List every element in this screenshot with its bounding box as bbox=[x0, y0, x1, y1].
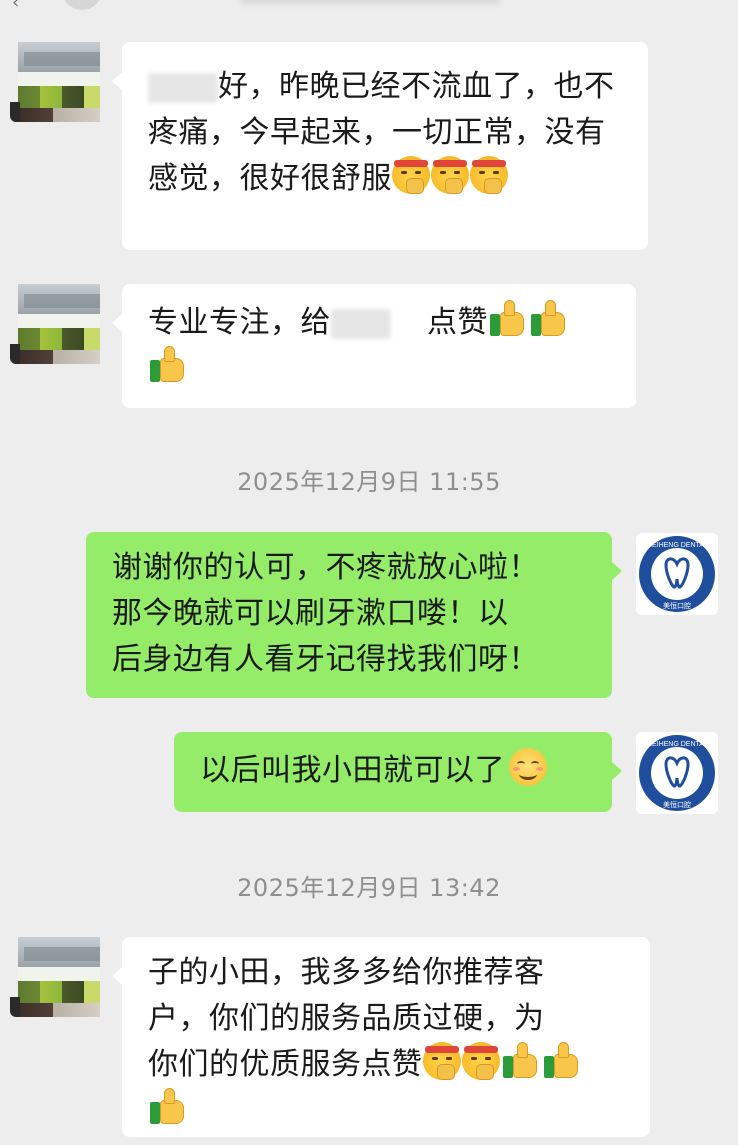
self-avatar-logo[interactable]: MEIHENG DENTAL 美恒口腔 bbox=[636, 732, 718, 814]
message-bubble-incoming[interactable]: 好，昨晚已经不流血了，也不疼痛，今早起来，一切正常，没有感觉，很好很舒服 bbox=[112, 42, 648, 250]
message-timestamp: 2025年12月9日 11:55 bbox=[237, 468, 501, 496]
back-chevron-icon[interactable]: ‹ bbox=[12, 0, 19, 13]
thumbs-up-emoji bbox=[542, 1042, 582, 1080]
message-text-line: 子的小田，我多多给你推荐客 bbox=[148, 955, 545, 990]
self-avatar-logo[interactable]: MEIHENG DENTAL 美恒口腔 bbox=[636, 533, 718, 615]
thumbs-up-emoji bbox=[488, 300, 528, 338]
message-text-line: 那今晚就可以刷牙漱口喽！以 bbox=[112, 596, 509, 631]
salute-face-emoji bbox=[422, 1042, 461, 1080]
thumbs-up-emoji bbox=[529, 300, 569, 338]
redacted-name bbox=[148, 72, 218, 103]
message-text: 点赞 bbox=[427, 305, 488, 340]
contact-avatar[interactable] bbox=[10, 284, 100, 364]
logo-text: MEIHENG DENTAL bbox=[646, 542, 708, 549]
chat-title-blurred bbox=[240, 0, 500, 4]
header-avatar[interactable] bbox=[62, 0, 102, 10]
message-text-line: 后身边有人看牙记得找我们呀！ bbox=[112, 642, 539, 677]
smile-emoji bbox=[509, 748, 547, 786]
salute-face-emoji bbox=[431, 156, 469, 194]
message-bubble-outgoing[interactable]: 谢谢你的认可，不疼就放心啦！ 那今晚就可以刷牙漱口喽！以 后身边有人看牙记得找我… bbox=[86, 532, 622, 698]
message-timestamp: 2025年12月9日 13:42 bbox=[237, 874, 501, 902]
message-bubble-outgoing[interactable]: 以后叫我小田就可以了 bbox=[174, 732, 622, 812]
salute-face-emoji bbox=[461, 1042, 500, 1080]
logo-cn-text: 美恒口腔 bbox=[663, 601, 691, 610]
message-text-line: 你们的优质服务点赞 bbox=[148, 1047, 423, 1082]
contact-avatar[interactable] bbox=[10, 42, 100, 122]
salute-face-emoji bbox=[392, 156, 430, 194]
salute-face-emoji bbox=[470, 156, 508, 194]
message-bubble-incoming[interactable]: 子的小田，我多多给你推荐客 户，你们的服务品质过硬，为 你们的优质服务点赞 bbox=[112, 937, 650, 1137]
message-text-line: 户，你们的服务品质过硬，为 bbox=[148, 1001, 545, 1036]
logo-cn-text: 美恒口腔 bbox=[663, 800, 691, 809]
message-text-line: 谢谢你的认可，不疼就放心啦！ bbox=[112, 550, 539, 585]
redacted-name bbox=[331, 308, 391, 339]
thumbs-up-emoji bbox=[501, 1042, 541, 1080]
logo-text: MEIHENG DENTAL bbox=[646, 741, 708, 748]
thumbs-up-emoji bbox=[148, 1088, 188, 1126]
chat-header: ‹ bbox=[0, 0, 738, 13]
contact-avatar[interactable] bbox=[10, 937, 100, 1017]
message-text: 专业专注，给 bbox=[148, 305, 331, 340]
thumbs-up-emoji bbox=[148, 346, 188, 384]
message-text: 以后叫我小田就可以了 bbox=[200, 753, 505, 788]
message-bubble-incoming[interactable]: 专业专注，给 点赞 bbox=[112, 284, 636, 408]
